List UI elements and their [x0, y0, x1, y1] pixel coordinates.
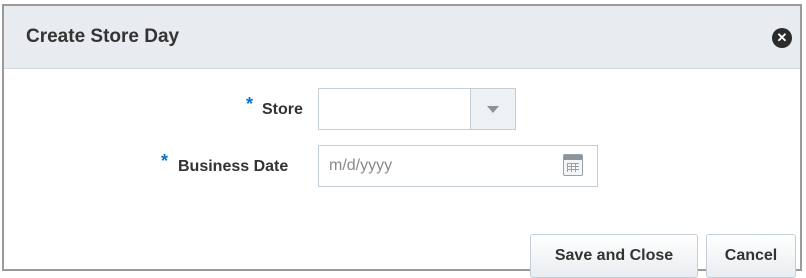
store-select[interactable] [318, 88, 516, 130]
business-date-input[interactable]: m/d/yyyy [318, 145, 598, 187]
business-date-required-marker: * [161, 151, 169, 171]
close-icon[interactable]: ✕ [772, 28, 792, 48]
business-date-placeholder: m/d/yyyy [329, 157, 393, 174]
cancel-button[interactable]: Cancel [706, 234, 796, 278]
calendar-icon[interactable] [563, 154, 583, 176]
create-store-day-dialog: Create Store Day ✕ [2, 4, 802, 271]
save-and-close-button[interactable]: Save and Close [530, 234, 698, 278]
dialog-title: Create Store Day [26, 26, 180, 47]
business-date-label: Business Date [178, 158, 289, 175]
dialog-header: Create Store Day ✕ [4, 6, 800, 69]
chevron-down-icon[interactable] [470, 89, 515, 129]
store-required-marker: * [246, 94, 254, 114]
store-label: Store [262, 101, 303, 118]
